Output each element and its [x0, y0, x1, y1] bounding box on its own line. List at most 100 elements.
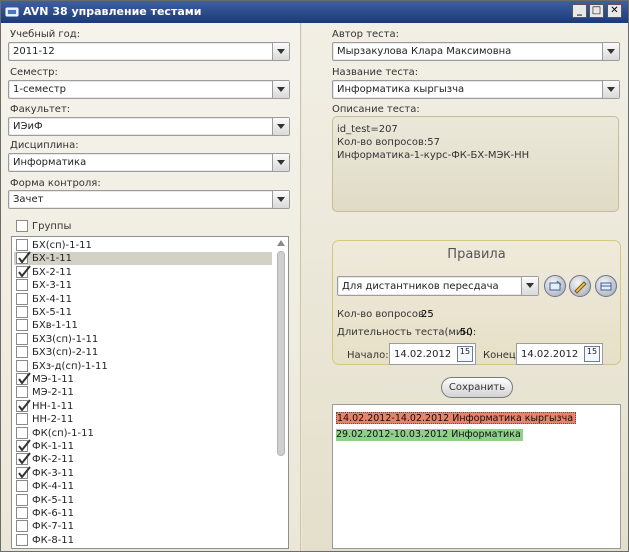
- test-name-select[interactable]: Информатика кыргызча: [332, 80, 620, 99]
- chevron-down-icon[interactable]: [272, 191, 289, 208]
- chevron-down-icon[interactable]: [602, 43, 619, 60]
- rules-results-list[interactable]: 14.02.2012-14.02.2012 Информатика кыргыз…: [332, 404, 621, 549]
- group-name: МЭ-2-11: [32, 387, 74, 399]
- start-date-value: 14.02.2012: [394, 349, 452, 360]
- group-checkbox[interactable]: [16, 372, 31, 385]
- edit-rule-button[interactable]: [569, 275, 591, 297]
- discipline-select[interactable]: Информатика: [8, 153, 290, 172]
- group-list-item[interactable]: БХЗ(сп)-1-11: [14, 332, 272, 346]
- group-list-item[interactable]: БХ-4-11: [14, 292, 272, 306]
- group-name: ФК-6-11: [32, 508, 75, 519]
- group-checkbox[interactable]: [16, 426, 28, 439]
- right-panel: Автор теста: Мырзакулова Клара Максимовн…: [302, 23, 628, 551]
- questions-value: 25: [421, 309, 434, 320]
- result-item[interactable]: 29.02.2012-10.03.2012 Информатика: [336, 429, 523, 441]
- group-checkbox[interactable]: [16, 292, 28, 305]
- delete-rule-button[interactable]: [595, 275, 617, 297]
- group-checkbox[interactable]: [16, 265, 31, 278]
- chevron-down-icon[interactable]: [272, 154, 289, 171]
- group-checkbox[interactable]: [16, 520, 28, 533]
- calendar-icon[interactable]: 15: [584, 346, 600, 362]
- result-text: 14.02.2012-14.02.2012 Информатика кыргыз…: [337, 413, 574, 424]
- group-checkbox[interactable]: [16, 533, 28, 546]
- chevron-down-icon[interactable]: [272, 81, 289, 98]
- close-button[interactable]: ✕: [607, 4, 622, 18]
- chevron-down-icon[interactable]: [272, 118, 289, 135]
- group-list-item[interactable]: ФК-1-11: [14, 439, 272, 453]
- group-checkbox[interactable]: [16, 332, 28, 345]
- group-checkbox[interactable]: [16, 507, 28, 519]
- group-list-item[interactable]: ФК-8-11: [14, 533, 272, 547]
- group-list-item[interactable]: БХ-3-11: [14, 279, 272, 292]
- groups-list[interactable]: БХ(сп)-1-11 БХ-1-11 БХ-2-11 БХ-3-11 БХ-4-11 Б…: [11, 236, 289, 549]
- group-name: ФК-5-11: [32, 494, 75, 506]
- result-item[interactable]: 14.02.2012-14.02.2012 Информатика кыргыз…: [336, 412, 577, 424]
- group-list-item[interactable]: НН-1-11: [14, 399, 272, 413]
- group-checkbox[interactable]: [16, 439, 31, 452]
- rules-mode-select[interactable]: Для дистантников пересдача: [337, 276, 539, 296]
- group-list-item[interactable]: БХ-1-11: [14, 251, 272, 266]
- group-checkbox[interactable]: [16, 319, 28, 332]
- group-list-item[interactable]: БХ-2-11: [14, 265, 272, 279]
- rules-mode-value: Для дистантников пересдача: [342, 281, 499, 292]
- group-name: ФК-1-11: [32, 441, 75, 452]
- semester-select[interactable]: 1-семестр: [8, 80, 290, 99]
- group-list-item[interactable]: ФК-3-11: [14, 466, 272, 480]
- add-rule-button[interactable]: [544, 275, 566, 297]
- group-list-item[interactable]: БХЗ(сп)-2-11: [14, 346, 272, 359]
- group-name: БХ-5-11: [32, 307, 73, 318]
- group-name: ФК-3-11: [32, 467, 75, 479]
- group-checkbox[interactable]: [16, 493, 28, 506]
- group-list-item[interactable]: МЭ-2-11: [14, 386, 272, 399]
- scrollbar-thumb[interactable]: [277, 251, 285, 456]
- group-checkbox[interactable]: [16, 251, 31, 265]
- chevron-down-icon[interactable]: [521, 277, 538, 295]
- faculty-select[interactable]: ИЭиФ: [8, 117, 290, 136]
- group-checkbox[interactable]: [16, 359, 28, 372]
- group-checkbox[interactable]: [16, 279, 28, 292]
- group-list-item[interactable]: ФК-6-11: [14, 507, 272, 520]
- group-list-item[interactable]: ФК-7-11: [14, 520, 272, 533]
- group-checkbox[interactable]: [16, 413, 28, 426]
- title-bar[interactable]: AVN 38 управление тестами _ □ ✕: [1, 1, 628, 23]
- faculty-label: Факультет:: [10, 104, 71, 115]
- group-list-item[interactable]: ФК-5-11: [14, 493, 272, 507]
- group-checkbox[interactable]: [16, 239, 28, 251]
- group-checkbox[interactable]: [16, 452, 31, 466]
- scroll-up-icon[interactable]: [277, 240, 285, 246]
- minimize-button[interactable]: _: [572, 4, 587, 18]
- group-name: ФК-7-11: [32, 521, 75, 533]
- description-box: id_test=207 Кол-во вопросов:57 Информати…: [332, 116, 619, 212]
- save-button[interactable]: Сохранить: [441, 377, 513, 398]
- groups-scrollbar[interactable]: [275, 238, 287, 547]
- chevron-down-icon[interactable]: [272, 43, 289, 60]
- chevron-down-icon[interactable]: [602, 81, 619, 98]
- group-checkbox[interactable]: [16, 480, 28, 493]
- groups-select-all-checkbox[interactable]: [16, 220, 28, 232]
- group-list-item[interactable]: БХз-д(сп)-1-11: [14, 359, 272, 373]
- group-checkbox[interactable]: [16, 346, 28, 359]
- checkmark-icon: [18, 265, 31, 278]
- maximize-button[interactable]: □: [589, 4, 604, 18]
- start-date-picker[interactable]: 14.02.2012 15: [389, 343, 476, 365]
- year-select[interactable]: 2011-12: [8, 42, 290, 61]
- group-list-item[interactable]: БХ-5-11: [14, 306, 272, 319]
- group-checkbox[interactable]: [16, 399, 31, 412]
- group-checkbox[interactable]: [16, 386, 28, 399]
- start-label: Начало:: [347, 350, 389, 361]
- group-list-item[interactable]: ФК-2-11: [14, 452, 272, 466]
- end-date-picker[interactable]: 14.02.2012 15: [516, 343, 603, 365]
- group-list-item[interactable]: МЭ-1-11: [14, 372, 272, 386]
- description-label: Описание теста:: [332, 104, 420, 115]
- group-list-item[interactable]: БХв-1-11: [14, 319, 272, 332]
- group-list-item[interactable]: ФК(сп)-1-11: [14, 426, 272, 440]
- control-select[interactable]: Зачет: [8, 190, 290, 209]
- group-list-item[interactable]: БХ(сп)-1-11: [14, 239, 272, 252]
- group-list-item[interactable]: НН-2-11: [14, 413, 272, 426]
- group-checkbox[interactable]: [16, 466, 31, 479]
- author-select[interactable]: Мырзакулова Клара Максимовна: [332, 42, 620, 61]
- calendar-icon[interactable]: 15: [457, 346, 473, 362]
- group-checkbox[interactable]: [16, 306, 28, 318]
- group-list-item[interactable]: ФК-4-11: [14, 480, 272, 493]
- group-name: ФК-4-11: [32, 481, 75, 493]
